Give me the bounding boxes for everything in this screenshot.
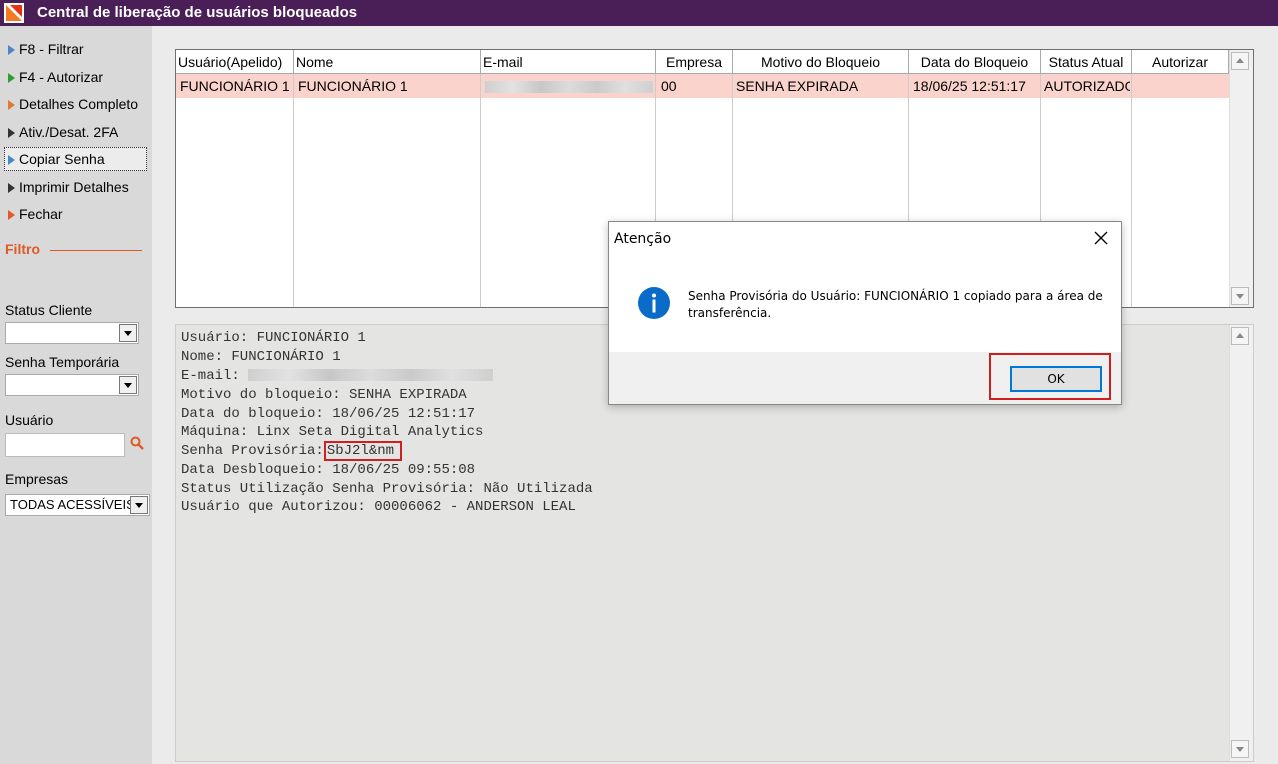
col-header-motivo[interactable]: Motivo do Bloqueio [733, 50, 909, 74]
play-arrow-icon [8, 73, 15, 84]
cell-motivo[interactable]: SENHA EXPIRADA [736, 74, 906, 98]
status-cliente-label: Status Cliente [5, 302, 93, 318]
dialog-title: Atenção [614, 231, 672, 247]
info-icon [638, 287, 670, 319]
detail-email-label: E-mail: [181, 368, 240, 384]
menu-label: Detalhes Completo [19, 96, 139, 112]
empresas-value: TODAS ACESSÍVEIS [10, 497, 135, 512]
menu-filtrar[interactable]: F8 - Filtrar [8, 38, 84, 60]
detail-data-bloqueio: Data do bloqueio: 18/06/25 12:51:17 [181, 406, 476, 422]
filter-divider [50, 250, 142, 251]
play-arrow-icon [8, 210, 15, 221]
col-header-autorizar[interactable]: Autorizar [1132, 50, 1229, 74]
scroll-up-icon[interactable] [1231, 52, 1249, 70]
close-icon[interactable] [1091, 228, 1111, 248]
sidebar: F8 - Filtrar F4 - Autorizar Detalhes Com… [0, 26, 152, 764]
col-header-empresa[interactable]: Empresa [656, 50, 733, 74]
cell-empresa[interactable]: 00 [661, 74, 731, 98]
cell-email[interactable] [485, 74, 653, 98]
grid-scrollbar[interactable] [1229, 50, 1253, 307]
play-arrow-icon [8, 128, 15, 139]
chevron-down-icon[interactable] [119, 376, 137, 394]
cell-usuario[interactable]: FUNCIONÁRIO 1 [180, 74, 292, 98]
detail-nome: Nome: FUNCIONÁRIO 1 [181, 349, 341, 365]
senha-temporaria-select[interactable] [5, 374, 139, 396]
window-title: Central de liberação de usuários bloquea… [37, 4, 358, 21]
play-arrow-icon [8, 183, 15, 194]
menu-fechar[interactable]: Fechar [8, 203, 63, 225]
cell-status[interactable]: AUTORIZADO [1044, 74, 1130, 98]
col-header-data[interactable]: Data do Bloqueio [909, 50, 1041, 74]
menu-label: Ativ./Desat. 2FA [19, 124, 119, 140]
col-header-usuario[interactable]: Usuário(Apelido) [176, 50, 294, 74]
scroll-down-icon[interactable] [1231, 287, 1249, 305]
filter-heading: Filtro [5, 241, 40, 257]
detail-status-utilizacao: Status Utilização Senha Provisória: Não … [181, 481, 593, 497]
menu-label: F4 - Autorizar [19, 69, 104, 85]
status-cliente-select[interactable] [5, 322, 139, 344]
senha-temporaria-label: Senha Temporária [5, 354, 120, 370]
detail-senha: Senha Provisória: SbJ2l&nm [181, 441, 403, 461]
scroll-up-icon[interactable] [1231, 327, 1249, 345]
menu-label: F8 - Filtrar [19, 41, 84, 57]
menu-ativ-desat-2fa[interactable]: Ativ./Desat. 2FA [8, 121, 118, 143]
detail-maquina: Máquina: Linx Seta Digital Analytics [181, 424, 484, 440]
scroll-down-icon[interactable] [1231, 740, 1249, 758]
redacted-email [485, 81, 653, 94]
menu-detalhes-completo[interactable]: Detalhes Completo [8, 93, 138, 115]
empresas-select[interactable]: TODAS ACESSÍVEIS [5, 494, 150, 516]
app-logo-icon [4, 3, 24, 23]
menu-autorizar[interactable]: F4 - Autorizar [8, 66, 103, 88]
ok-button[interactable]: OK [1010, 366, 1102, 392]
dialog-footer: OK [609, 352, 1121, 404]
column-divider [480, 74, 481, 307]
detail-autorizou: Usuário que Autorizou: 00006062 - ANDERS… [181, 499, 576, 515]
attention-dialog: Atenção Senha Provisória do Usuário: FUN… [608, 221, 1122, 405]
chevron-down-icon[interactable] [119, 324, 137, 342]
title-bar: Central de liberação de usuários bloquea… [0, 0, 1278, 26]
cell-data[interactable]: 18/06/25 12:51:17 [913, 74, 1039, 98]
search-icon[interactable] [130, 436, 144, 450]
empresas-label: Empresas [5, 471, 69, 487]
redacted-email [248, 369, 494, 382]
play-arrow-icon [8, 100, 15, 111]
cell-nome[interactable]: FUNCIONÁRIO 1 [298, 74, 478, 98]
detail-motivo: Motivo do bloqueio: SENHA EXPIRADA [181, 387, 467, 403]
menu-imprimir-detalhes[interactable]: Imprimir Detalhes [8, 176, 129, 198]
menu-label: Imprimir Detalhes [19, 179, 129, 195]
detail-data-desbloqueio: Data Desbloqueio: 18/06/25 09:55:08 [181, 462, 476, 478]
menu-copiar-senha[interactable]: Copiar Senha [4, 147, 147, 171]
temp-password: SbJ2l&nm [323, 441, 403, 461]
details-scrollbar[interactable] [1229, 325, 1253, 761]
usuario-label: Usuário [5, 412, 54, 428]
play-arrow-icon [8, 155, 15, 166]
detail-usuario: Usuário: FUNCIONÁRIO 1 [181, 330, 366, 346]
detail-email: E-mail: [181, 368, 494, 384]
col-header-status[interactable]: Status Atual [1041, 50, 1132, 74]
cell-autorizar[interactable] [1136, 74, 1226, 98]
usuario-input[interactable] [5, 433, 125, 457]
menu-label: Fechar [19, 206, 63, 222]
detail-senha-label: Senha Provisória: [181, 443, 324, 459]
dialog-message: Senha Provisória do Usuário: FUNCIONÁRIO… [688, 289, 1103, 320]
column-divider [293, 74, 294, 307]
col-header-nome[interactable]: Nome [294, 50, 481, 74]
chevron-down-icon[interactable] [130, 496, 148, 514]
col-header-email[interactable]: E-mail [481, 50, 656, 74]
menu-label: Copiar Senha [19, 151, 105, 167]
play-arrow-icon [8, 45, 15, 56]
column-divider [1131, 74, 1132, 307]
